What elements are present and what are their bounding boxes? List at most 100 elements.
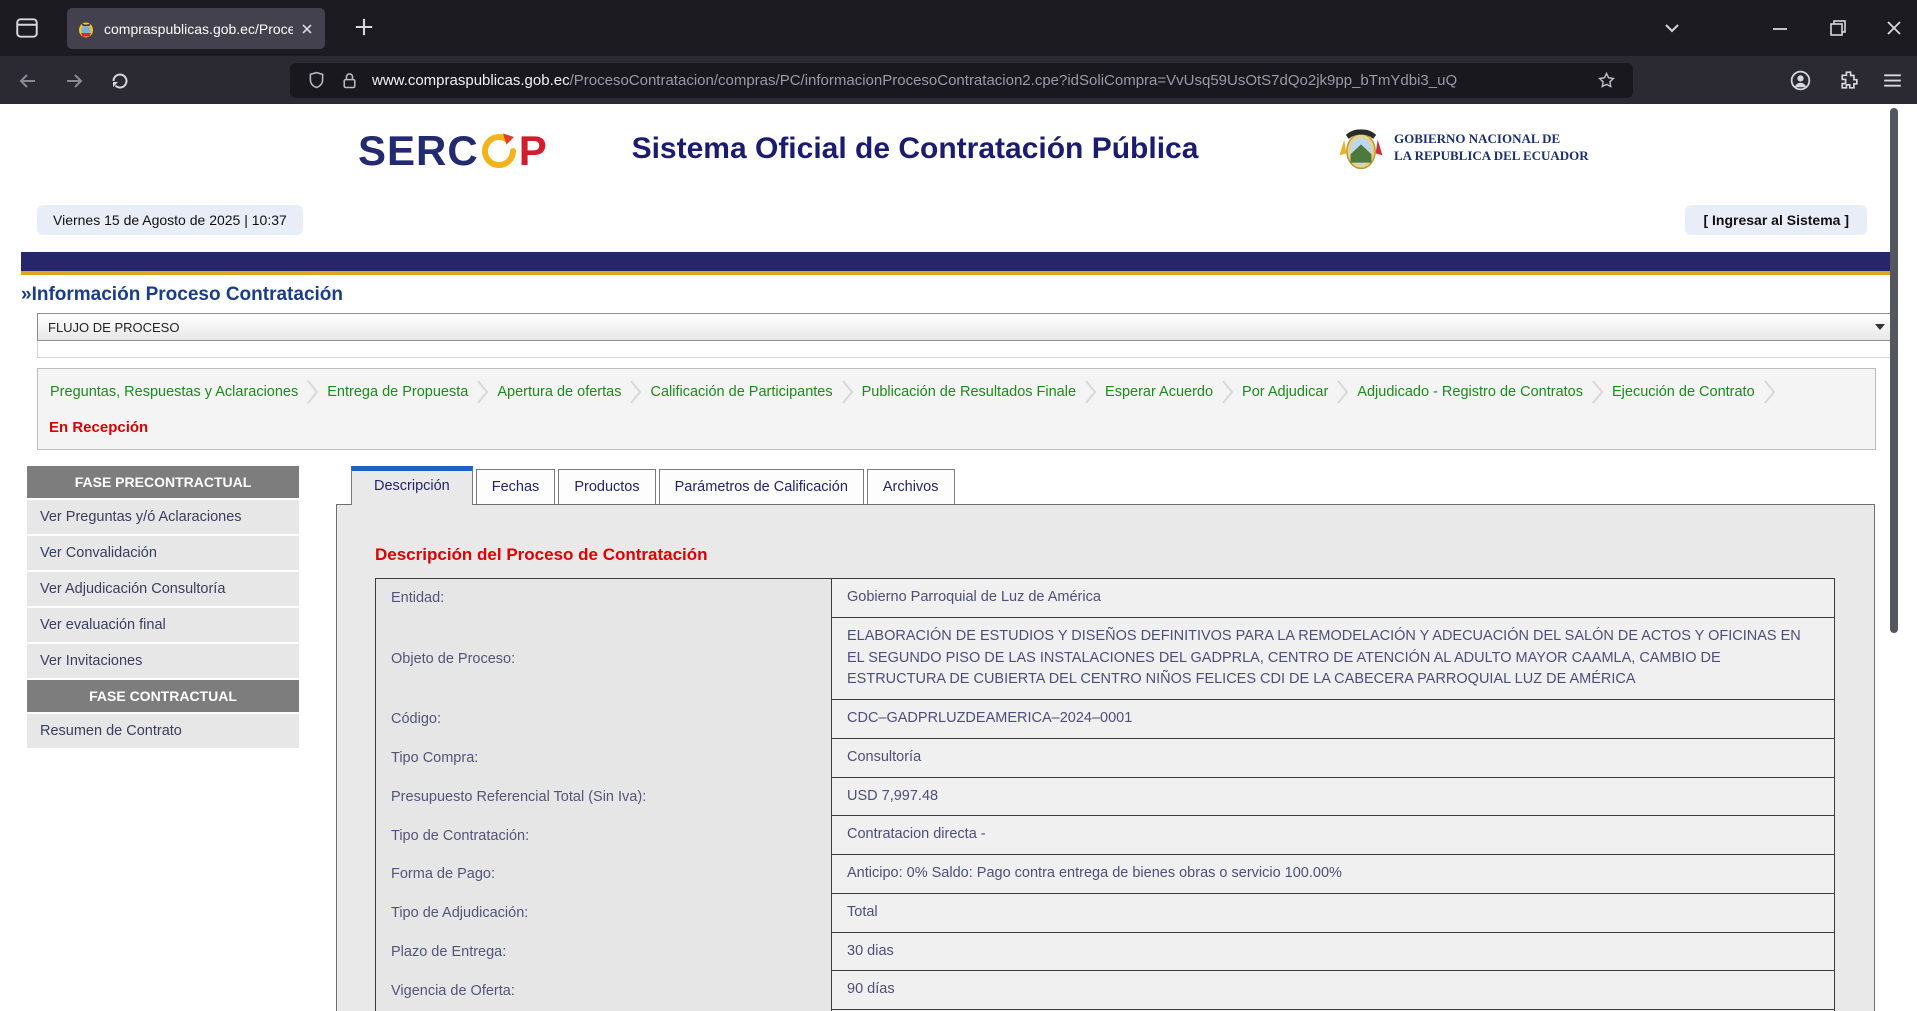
sercop-logo-text-p: P [519, 130, 548, 172]
row-label: Objeto de Proceso: [376, 618, 832, 700]
sercop-logo-text-c: C [447, 130, 478, 172]
chevron-separator-icon [629, 378, 642, 406]
flow-step-entrega[interactable]: Entrega de Propuesta [319, 384, 476, 400]
sidebar-item-resumen-contrato[interactable]: Resumen de Contrato [27, 714, 299, 750]
extensions-icon[interactable] [1836, 68, 1861, 93]
bookmark-star-icon[interactable] [1596, 70, 1617, 91]
flow-step-esperar-acuerdo[interactable]: Esperar Acuerdo [1097, 384, 1221, 400]
tab-close-icon[interactable] [299, 21, 315, 37]
flow-step-por-adjudicar[interactable]: Por Adjudicar [1234, 384, 1336, 400]
browser-titlebar: compraspublicas.gob.ec/Proces [0, 0, 1917, 56]
chevron-separator-icon [476, 378, 489, 406]
back-button-icon[interactable] [16, 69, 40, 93]
process-flow-box: Preguntas, Respuestas y Aclaraciones Ent… [37, 368, 1876, 450]
page-scrollbar[interactable] [1890, 108, 1898, 633]
gov-line2: LA REPUBLICA DEL ECUADOR [1394, 148, 1589, 165]
process-flow-select-label: FLUJO DE PROCESO [48, 320, 179, 335]
ecuador-coat-of-arms-icon [1338, 120, 1384, 176]
url-text[interactable]: www.compraspublicas.gob.ec/ProcesoContra… [372, 72, 1590, 89]
tab-panel: Descripción del Proceso de Contratación … [336, 504, 1875, 1011]
tab-descripcion[interactable]: Descripción [351, 466, 473, 505]
firefox-view-icon[interactable] [14, 15, 40, 41]
row-value: CDC–GADPRLUZDEAMERICA–2024–0001 [832, 700, 1834, 739]
table-row-entidad: Entidad: Gobierno Parroquial de Luz de A… [376, 579, 1834, 618]
flow-step-calificacion[interactable]: Calificación de Participantes [642, 384, 840, 400]
table-row-objeto: Objeto de Proceso: ELABORACIÓN DE ESTUDI… [376, 618, 1834, 700]
main-area: FASE PRECONTRACTUAL Ver Preguntas y/ó Ac… [0, 466, 1917, 1011]
select-dropdown-arrow-icon [1875, 324, 1885, 330]
sercop-swirl-icon [480, 132, 518, 170]
tracking-shield-icon[interactable] [306, 70, 327, 91]
sidebar-item-ver-convalidacion[interactable]: Ver Convalidación [27, 536, 299, 572]
minimize-window-icon[interactable] [1768, 16, 1792, 40]
row-value: 30 dias [832, 933, 1834, 972]
process-status: En Recepción [38, 409, 1875, 449]
url-host: www.compraspublicas.gob.ec [372, 72, 570, 89]
row-value: Consultoría [832, 739, 1834, 778]
detail-title: Descripción del Proceso de Contratación [375, 545, 1874, 565]
page-content: SERC P Sistema Oficial de Contratación P… [0, 104, 1917, 1011]
row-label: Entidad: [376, 579, 832, 618]
row-label: Tipo de Contratación: [376, 816, 832, 855]
row-label: Plazo de Entrega: [376, 933, 832, 972]
tab-productos[interactable]: Productos [558, 469, 655, 504]
row-value: Gobierno Parroquial de Luz de América [832, 579, 1834, 618]
process-flow-select[interactable]: FLUJO DE PROCESO [37, 313, 1896, 341]
detail-table: Entidad: Gobierno Parroquial de Luz de A… [375, 578, 1835, 1011]
lock-icon[interactable] [339, 70, 360, 91]
date-login-row: Viernes 15 de Agosto de 2025 | 10:37 [ I… [0, 202, 1917, 238]
list-all-tabs-icon[interactable] [1660, 16, 1684, 40]
row-value: 90 días [832, 971, 1834, 1010]
restore-window-icon[interactable] [1826, 16, 1850, 40]
flow-step-apertura[interactable]: Apertura de ofertas [489, 384, 629, 400]
browser-tab[interactable]: compraspublicas.gob.ec/Proces [67, 8, 325, 49]
row-label: Presupuesto Referencial Total (Sin Iva): [376, 778, 832, 817]
flow-select-panel [37, 341, 1896, 358]
menu-hamburger-icon[interactable] [1880, 68, 1905, 93]
row-label: Tipo de Adjudicación: [376, 894, 832, 933]
login-button[interactable]: [ Ingresar al Sistema ] [1685, 205, 1867, 235]
sidebar-header-contractual: FASE CONTRACTUAL [27, 680, 299, 714]
new-tab-button[interactable] [350, 13, 378, 41]
table-row-plazo: Plazo de Entrega: 30 dias [376, 933, 1834, 972]
row-value: Contratacion directa - [832, 816, 1834, 855]
row-value: Anticipo: 0% Saldo: Pago contra entrega … [832, 855, 1834, 894]
reload-button-icon[interactable] [108, 69, 132, 93]
government-logo-text: GOBIERNO NACIONAL DE LA REPUBLICA DEL EC… [1394, 131, 1589, 165]
sidebar-item-ver-adjudicacion[interactable]: Ver Adjudicación Consultoría [27, 572, 299, 608]
process-flow-steps: Preguntas, Respuestas y Aclaraciones Ent… [38, 369, 1875, 409]
account-icon[interactable] [1788, 68, 1813, 93]
tab-archivos[interactable]: Archivos [867, 469, 955, 504]
table-row-tipo-compra: Tipo Compra: Consultoría [376, 739, 1834, 778]
forward-button-icon[interactable] [62, 69, 86, 93]
table-row-codigo: Código: CDC–GADPRLUZDEAMERICA–2024–0001 [376, 700, 1834, 739]
sidebar-item-ver-preguntas[interactable]: Ver Preguntas y/ó Aclaraciones [27, 500, 299, 536]
table-row-forma-pago: Forma de Pago: Anticipo: 0% Saldo: Pago … [376, 855, 1834, 894]
content-area: Descripción Fechas Productos Parámetros … [336, 466, 1875, 1011]
browser-toolbar: www.compraspublicas.gob.ec/ProcesoContra… [0, 56, 1917, 104]
flow-step-adjudicado[interactable]: Adjudicado - Registro de Contratos [1349, 384, 1591, 400]
flow-step-ejecucion[interactable]: Ejecución de Contrato [1604, 384, 1763, 400]
url-bar[interactable]: www.compraspublicas.gob.ec/ProcesoContra… [290, 63, 1633, 98]
table-row-presupuesto: Presupuesto Referencial Total (Sin Iva):… [376, 778, 1834, 817]
tab-title: compraspublicas.gob.ec/Proces [104, 21, 293, 37]
flow-step-preguntas[interactable]: Preguntas, Respuestas y Aclaraciones [42, 384, 306, 400]
chevron-separator-icon [1763, 378, 1776, 406]
flow-step-publicacion[interactable]: Publicación de Resultados Finale [854, 384, 1084, 400]
datetime-display: Viernes 15 de Agosto de 2025 | 10:37 [37, 205, 303, 235]
table-row-tipo-contratacion: Tipo de Contratación: Contratacion direc… [376, 816, 1834, 855]
row-label: Vigencia de Oferta: [376, 971, 832, 1010]
sidebar-item-ver-evaluacion[interactable]: Ver evaluación final [27, 608, 299, 644]
row-label: Código: [376, 700, 832, 739]
row-value: ELABORACIÓN DE ESTUDIOS Y DISEÑOS DEFINI… [832, 618, 1834, 700]
sercop-logo-text-ser: SER [358, 130, 447, 172]
chevron-separator-icon [1221, 378, 1234, 406]
section-heading: »Información Proceso Contratación [21, 284, 1917, 306]
site-favicon-icon [77, 20, 95, 38]
close-window-icon[interactable] [1882, 16, 1906, 40]
chevron-separator-icon [841, 378, 854, 406]
row-label: Tipo Compra: [376, 739, 832, 778]
tab-parametros[interactable]: Parámetros de Calificación [659, 469, 864, 504]
tab-fechas[interactable]: Fechas [476, 469, 556, 504]
sidebar-item-ver-invitaciones[interactable]: Ver Invitaciones [27, 644, 299, 680]
